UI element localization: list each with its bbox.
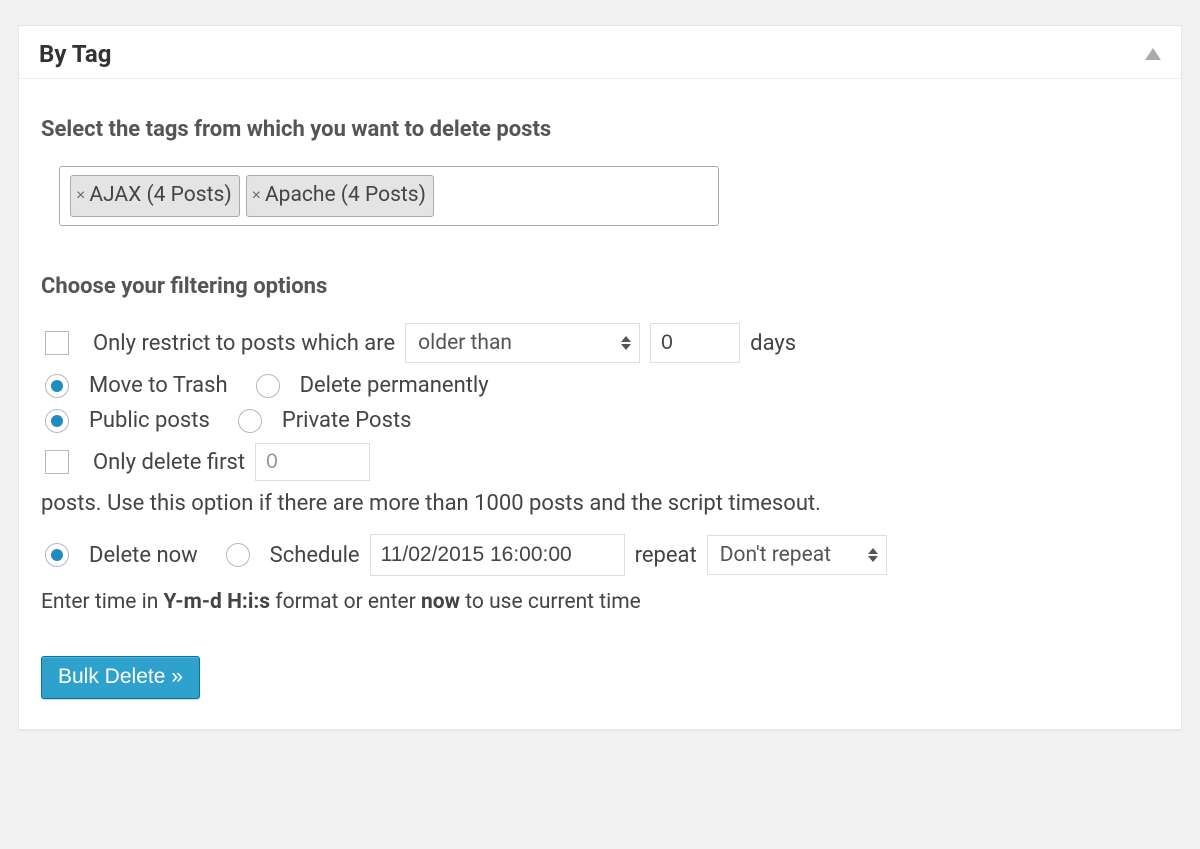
repeat-label: repeat <box>635 543 697 568</box>
age-comparison-select[interactable]: older than <box>405 323 640 363</box>
select-stepper-icon <box>868 548 878 562</box>
tag-multiselect[interactable]: × AJAX (4 Posts) × Apache (4 Posts) <box>59 166 719 226</box>
close-icon[interactable]: × <box>76 185 85 207</box>
schedule-label: Schedule <box>270 543 360 568</box>
tag-chip-label: Apache (4 Posts) <box>265 181 426 210</box>
select-stepper-icon <box>621 336 631 350</box>
collapse-up-icon[interactable] <box>1145 48 1161 60</box>
move-to-trash-radio[interactable] <box>45 374 69 398</box>
datetime-hint: Enter time in Y-m-d H:i:s format or ente… <box>41 590 1159 614</box>
select-tags-heading: Select the tags from which you want to d… <box>41 117 1159 142</box>
restrict-row: Only restrict to posts which are older t… <box>41 323 1159 363</box>
age-unit-label: days <box>750 331 796 356</box>
restrict-checkbox[interactable] <box>45 331 69 355</box>
limit-count-input[interactable] <box>255 443 370 481</box>
delete-permanently-radio[interactable] <box>256 374 280 398</box>
by-tag-panel: By Tag Select the tags from which you wa… <box>18 25 1182 730</box>
tag-chip-label: AJAX (4 Posts) <box>89 181 231 210</box>
delete-now-label: Delete now <box>89 543 198 568</box>
age-days-input[interactable] <box>650 323 740 363</box>
delete-permanently-label: Delete permanently <box>300 373 489 398</box>
move-to-trash-label: Move to Trash <box>89 373 228 398</box>
repeat-select-value: Don't repeat <box>720 543 831 567</box>
private-posts-label: Private Posts <box>282 408 412 433</box>
repeat-select[interactable]: Don't repeat <box>707 535 887 575</box>
bulk-delete-button[interactable]: Bulk Delete » <box>41 656 200 699</box>
limit-row: Only delete first posts. Use this option… <box>41 443 1159 516</box>
limit-checkbox[interactable] <box>45 450 69 474</box>
panel-header[interactable]: By Tag <box>19 26 1181 79</box>
schedule-datetime-input[interactable] <box>370 534 625 576</box>
tag-chip: × Apache (4 Posts) <box>246 175 434 217</box>
close-icon[interactable]: × <box>252 185 261 207</box>
panel-title: By Tag <box>39 40 111 68</box>
limit-label-pre: Only delete first <box>93 450 245 475</box>
limit-label-post: posts. Use this option if there are more… <box>41 491 821 516</box>
age-comparison-value: older than <box>418 331 512 355</box>
tag-chip: × AJAX (4 Posts) <box>70 175 240 217</box>
visibility-row: Public posts Private Posts <box>41 408 1159 433</box>
schedule-row: Delete now Schedule repeat Don't repeat <box>41 534 1159 576</box>
public-posts-radio[interactable] <box>45 409 69 433</box>
panel-body: Select the tags from which you want to d… <box>19 79 1181 729</box>
public-posts-label: Public posts <box>89 408 210 433</box>
delete-mode-row: Move to Trash Delete permanently <box>41 373 1159 398</box>
private-posts-radio[interactable] <box>238 409 262 433</box>
delete-now-radio[interactable] <box>45 543 69 567</box>
filter-heading: Choose your filtering options <box>41 274 1159 299</box>
schedule-radio[interactable] <box>226 543 250 567</box>
restrict-label: Only restrict to posts which are <box>93 331 395 356</box>
